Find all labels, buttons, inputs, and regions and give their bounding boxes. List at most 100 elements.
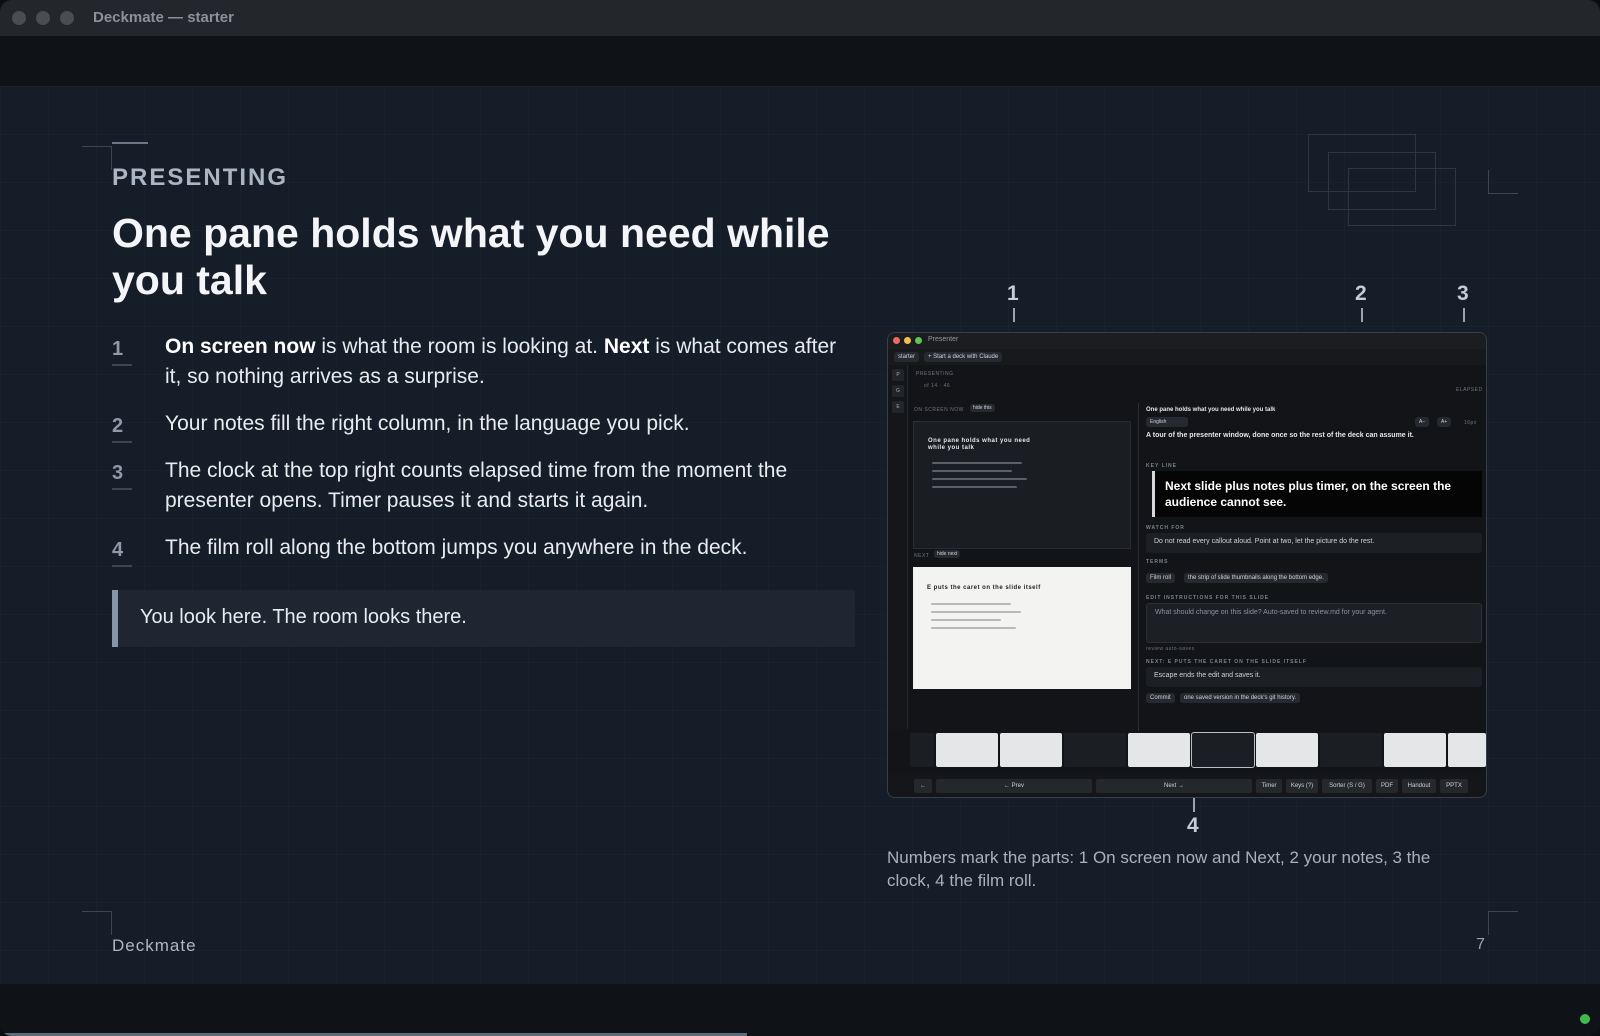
sidebar-button: P <box>892 369 904 381</box>
presenter-titlebar: Presenter <box>888 333 1486 349</box>
mini-on-screen-label: ON SCREEN NOW <box>914 407 964 413</box>
page-number: 7 <box>1476 936 1485 953</box>
close-icon <box>893 337 900 344</box>
eyebrow-rule <box>112 142 148 144</box>
slide-headline: One pane holds what you need while you t… <box>112 210 830 303</box>
key-line-label: KEY LINE <box>1146 463 1177 469</box>
new-deck-chip: + Start a deck with Claude <box>924 352 1003 362</box>
mini-prev-button: ← Prev <box>936 779 1092 793</box>
font-down-button: A− <box>1415 417 1430 427</box>
bottom-band <box>0 984 1600 1036</box>
commit-chip: Commit <box>1146 693 1175 703</box>
callout-line <box>1013 308 1015 322</box>
mini-next-button: Next → <box>1096 779 1252 793</box>
notes-slide-title: One pane holds what you need while you t… <box>1146 407 1276 413</box>
notes-divider <box>1138 403 1139 731</box>
film-thumb <box>1064 733 1126 767</box>
mini-text-line <box>931 603 1011 605</box>
corner-mark <box>1488 911 1518 935</box>
terms-label: TERMS <box>1146 559 1169 565</box>
minimize-icon <box>904 337 911 344</box>
mini-keys-button: Keys (?) <box>1286 779 1318 793</box>
pull-quote: You look here. The room looks there. <box>112 590 855 647</box>
film-thumb <box>936 733 998 767</box>
point-number: 3 <box>112 458 133 490</box>
commit-definition: one saved version in the deck's git hist… <box>1180 693 1301 703</box>
point-bold: Next <box>603 335 650 358</box>
callout-line <box>1193 798 1195 812</box>
presenter-title: Presenter <box>928 336 959 343</box>
watch-for-label: WATCH FOR <box>1146 525 1185 531</box>
corner-mark <box>82 911 112 935</box>
mini-timer-button: Timer <box>1256 779 1282 793</box>
app-window: Deckmate — starter PRESENTING One pane h… <box>0 0 1600 1036</box>
callout-number: 4 <box>1187 814 1199 837</box>
figure-caption: Numbers mark the parts: 1 On screen now … <box>887 848 1431 890</box>
mini-current-slide: One pane holds what you need while you t… <box>913 421 1131 549</box>
decorative-frame <box>1348 168 1456 226</box>
section-eyebrow: PRESENTING <box>112 164 289 191</box>
font-size-readout: 16px <box>1464 420 1477 426</box>
mini-section-label: PRESENTING <box>916 371 954 377</box>
point-number: 2 <box>112 411 133 443</box>
status-indicator <box>1580 1014 1590 1024</box>
key-line-text: Next slide plus notes plus timer, on the… <box>1165 479 1452 509</box>
point-text: The clock at the top right counts elapse… <box>165 459 788 512</box>
mini-hide-next: hide next <box>934 550 961 558</box>
numbered-points: 1 On screen now is what the room is look… <box>112 332 852 567</box>
mini-text-line <box>931 619 1001 621</box>
point-text: Your notes fill the right column, in the… <box>165 412 690 435</box>
next-notes-box: Escape ends the edit and saves it. <box>1146 667 1482 687</box>
film-thumb-current <box>1191 732 1255 768</box>
mini-current-title: One pane holds what you need while you t… <box>928 438 1031 451</box>
mini-pptx-button: PPTX <box>1440 779 1468 793</box>
mini-text-line <box>932 486 1017 488</box>
key-line-box: Next slide plus notes plus timer, on the… <box>1152 471 1482 517</box>
next-notes-label: NEXT: E PUTS THE CARET ON THE SLIDE ITSE… <box>1146 659 1307 665</box>
title-bar: Deckmate — starter <box>0 0 1600 36</box>
point-item: 3 The clock at the top right counts elap… <box>112 456 852 516</box>
window-title: Deckmate — starter <box>93 9 234 26</box>
term-definition: the strip of slide thumbnails along the … <box>1184 573 1328 583</box>
edit-instructions-placeholder: What should change on this slide? Auto-s… <box>1155 609 1387 616</box>
film-thumb <box>1128 733 1190 767</box>
film-thumb <box>910 733 934 767</box>
point-number: 4 <box>112 535 133 567</box>
zoom-icon <box>915 337 922 344</box>
watch-for-text: Do not read every callout aloud. Point a… <box>1154 538 1375 545</box>
film-thumb <box>1000 733 1062 767</box>
point-item: 4 The film roll along the bottom jumps y… <box>112 533 852 567</box>
minimize-window-button[interactable] <box>36 11 50 25</box>
mini-control: ← <box>914 779 932 793</box>
callout-number: 2 <box>1355 282 1367 305</box>
mini-hide-this: hide this <box>970 404 995 412</box>
zoom-window-button[interactable] <box>60 11 74 25</box>
pull-quote-text: You look here. The room looks there. <box>140 606 467 628</box>
close-window-button[interactable] <box>12 11 26 25</box>
mini-next-label: NEXT <box>914 553 930 559</box>
edit-instructions-field: What should change on this slide? Auto-s… <box>1146 603 1482 643</box>
film-thumb <box>1320 733 1382 767</box>
mini-text-line <box>932 478 1027 480</box>
presenter-toolbar: starter + Start a deck with Claude <box>888 349 1486 365</box>
film-thumb <box>1384 733 1446 767</box>
presenter-sidebar: P G E <box>888 365 908 729</box>
mini-text-line <box>932 462 1022 464</box>
callout-line <box>1463 308 1465 322</box>
point-text: is what the room is looking at. <box>315 335 604 358</box>
footer-brand: Deckmate <box>112 936 197 955</box>
review-note: review auto-saves <box>1146 646 1195 652</box>
term-chip: Film roll <box>1146 573 1175 583</box>
top-band <box>0 36 1600 86</box>
mini-handout-button: Handout <box>1402 779 1436 793</box>
mini-pdf-button: PDF <box>1376 779 1398 793</box>
mini-sorter-button: Sorter (S / G) <box>1322 779 1372 793</box>
mini-text-line <box>932 470 1012 472</box>
mini-text-line <box>931 611 1021 613</box>
point-text: The film roll along the bottom jumps you… <box>165 536 748 559</box>
language-select: English <box>1146 417 1188 427</box>
callout-number: 3 <box>1457 282 1469 305</box>
mini-slide-counter: of 14 · 46 <box>924 383 951 389</box>
slide-canvas: PRESENTING One pane holds what you need … <box>0 86 1600 984</box>
callout-number: 1 <box>1007 282 1019 305</box>
